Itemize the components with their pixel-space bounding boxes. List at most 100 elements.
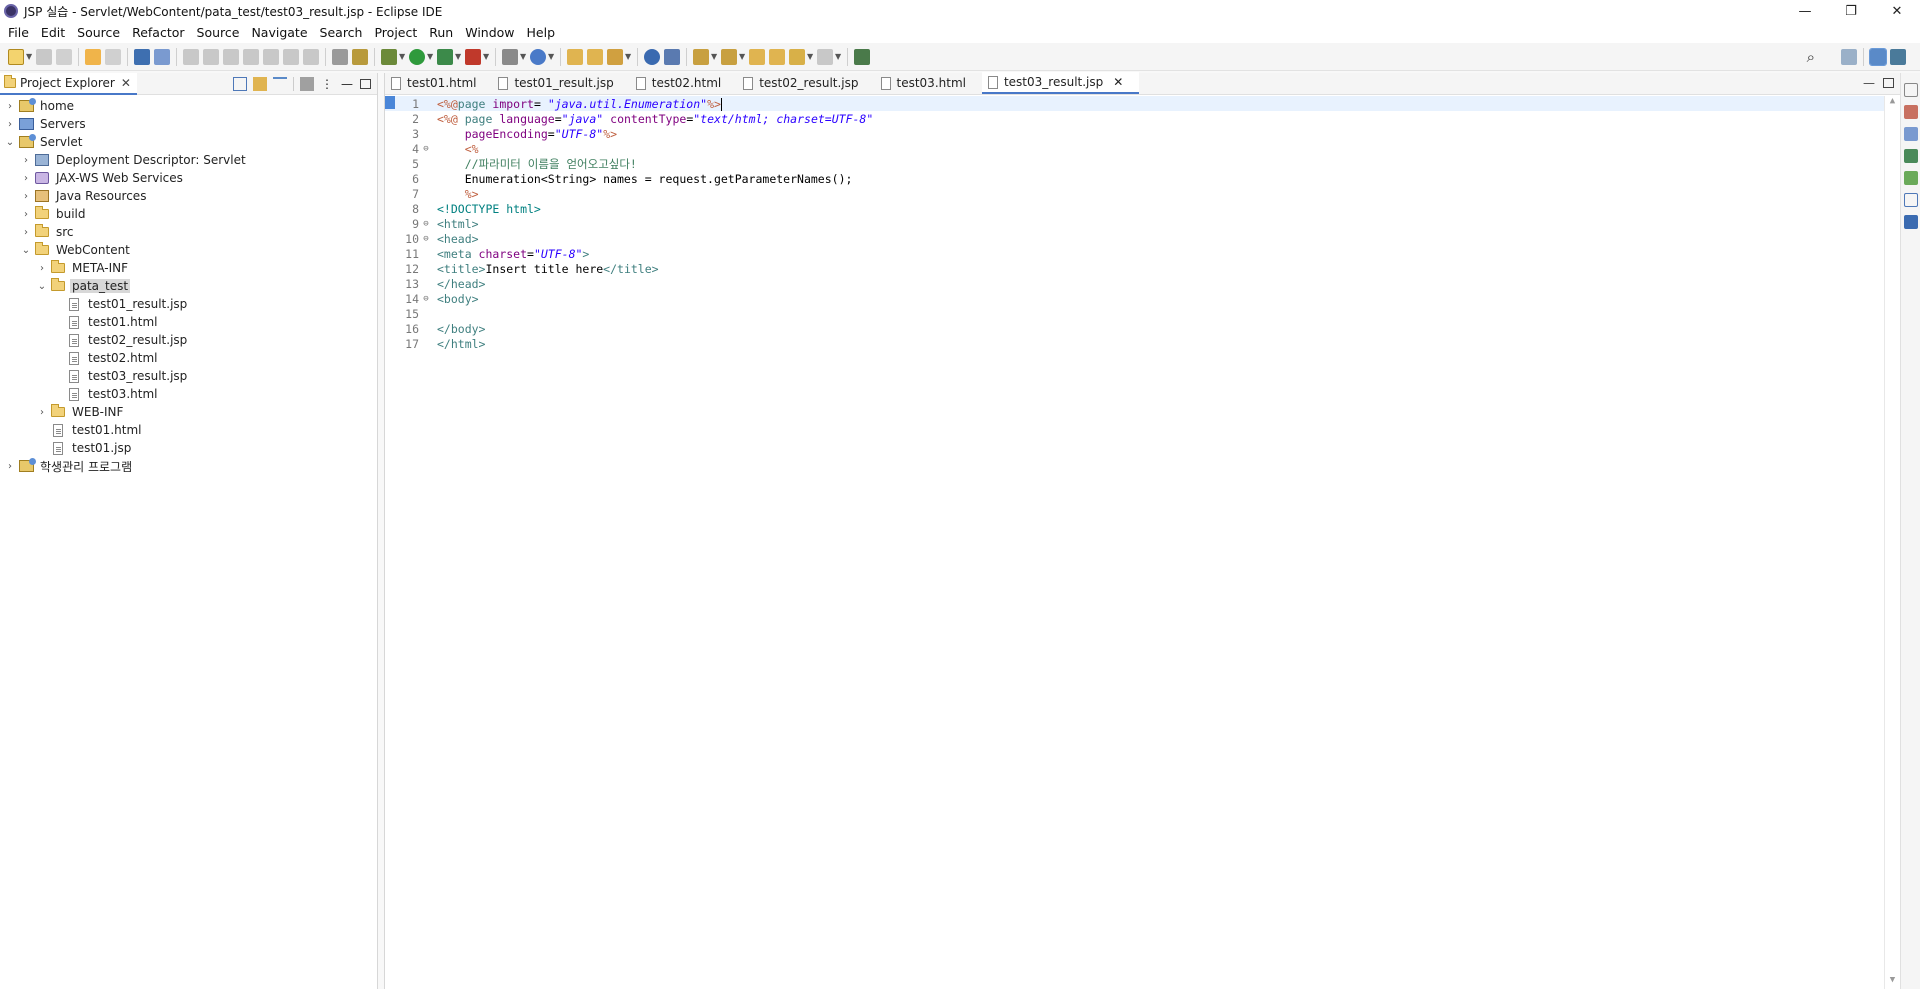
suspend-icon[interactable] bbox=[203, 48, 219, 65]
tab-editor-file[interactable]: test03_result.jsp ✕ bbox=[981, 72, 1140, 94]
tree-item[interactable]: › src bbox=[0, 223, 377, 241]
pin-editor-icon[interactable] bbox=[854, 48, 870, 65]
tree-item[interactable]: test02_result.jsp bbox=[0, 331, 377, 349]
tree-item[interactable]: test01_result.jsp bbox=[0, 295, 377, 313]
tree-item[interactable]: test03.html bbox=[0, 385, 377, 403]
minimize-panel-icon[interactable]: — bbox=[340, 77, 354, 91]
tab-editor-file[interactable]: test02_result.jsp bbox=[737, 72, 874, 94]
web-browser-icon[interactable] bbox=[644, 48, 660, 65]
new-icon[interactable] bbox=[8, 48, 24, 65]
tree-item[interactable]: ⌄ WebContent bbox=[0, 241, 377, 259]
code-editor[interactable]: 1 <%@page import= "java.util.Enumeration"… bbox=[385, 96, 1900, 989]
minimize-button[interactable]: — bbox=[1782, 0, 1828, 22]
tree-item[interactable]: test03_result.jsp bbox=[0, 367, 377, 385]
next-annotation-icon[interactable] bbox=[693, 48, 709, 65]
tree-item[interactable]: › Servers bbox=[0, 115, 377, 133]
open-perspective-icon[interactable] bbox=[1841, 48, 1857, 65]
tree-item[interactable]: › build bbox=[0, 205, 377, 223]
chevron-down-icon[interactable]: ▼ bbox=[483, 49, 489, 65]
undo-icon[interactable] bbox=[85, 48, 101, 65]
debug-icon[interactable] bbox=[381, 48, 397, 65]
coverage-icon[interactable] bbox=[437, 48, 453, 65]
redo-icon[interactable] bbox=[105, 48, 121, 65]
tree-item[interactable]: › WEB-INF bbox=[0, 403, 377, 421]
outline-icon[interactable] bbox=[1903, 105, 1918, 119]
filter-icon[interactable] bbox=[273, 77, 287, 91]
tree-item[interactable]: › home bbox=[0, 97, 377, 115]
chevron-right-icon[interactable]: › bbox=[4, 119, 16, 130]
forward-icon[interactable] bbox=[817, 48, 833, 65]
java-ee-perspective-icon[interactable] bbox=[1869, 47, 1887, 66]
external-tools-icon[interactable] bbox=[465, 48, 481, 65]
java-perspective-icon[interactable] bbox=[1890, 48, 1906, 65]
chevron-right-icon[interactable]: › bbox=[36, 407, 48, 418]
tab-editor-file[interactable]: test03.html bbox=[875, 72, 982, 94]
fold-toggle-icon[interactable]: ⊖ bbox=[421, 234, 431, 244]
menu-item-file[interactable]: File bbox=[2, 25, 35, 40]
chevron-down-icon[interactable]: ▼ bbox=[26, 49, 32, 65]
chevron-down-icon[interactable]: ⌄ bbox=[36, 281, 48, 292]
data-source-icon[interactable] bbox=[1903, 171, 1918, 185]
step-over-icon[interactable] bbox=[283, 48, 299, 65]
chevron-right-icon[interactable]: › bbox=[20, 155, 32, 166]
chevron-right-icon[interactable]: › bbox=[36, 263, 48, 274]
tree-item[interactable]: test01.html bbox=[0, 421, 377, 439]
terminate-icon[interactable] bbox=[223, 48, 239, 65]
restore-button[interactable]: ❐ bbox=[1828, 0, 1874, 22]
mark-occurrences-icon[interactable] bbox=[352, 48, 368, 65]
toggle-block-icon[interactable] bbox=[332, 48, 348, 65]
collapse-all-icon[interactable] bbox=[233, 77, 247, 91]
last-edit-location-icon[interactable] bbox=[749, 48, 765, 65]
fold-toggle-icon[interactable]: ⊖ bbox=[421, 219, 431, 229]
tab-editor-file[interactable]: test01.html bbox=[385, 72, 492, 94]
minimize-editor-icon[interactable]: — bbox=[1863, 76, 1875, 90]
tree-item[interactable]: › JAX-WS Web Services bbox=[0, 169, 377, 187]
chevron-down-icon[interactable]: ▼ bbox=[427, 49, 433, 65]
close-icon[interactable]: ✕ bbox=[121, 76, 131, 90]
annotation-icon[interactable] bbox=[664, 48, 680, 65]
chevron-down-icon[interactable]: ▼ bbox=[399, 49, 405, 65]
chevron-down-icon[interactable]: ▼ bbox=[520, 49, 526, 65]
menu-item-help[interactable]: Help bbox=[521, 25, 562, 40]
scroll-up-icon[interactable]: ▲ bbox=[1885, 96, 1900, 110]
tree-item[interactable]: › Java Resources bbox=[0, 187, 377, 205]
servers-view-icon[interactable] bbox=[1903, 149, 1918, 163]
menu-item-navigate[interactable]: Navigate bbox=[245, 25, 313, 40]
console-view-icon[interactable] bbox=[1903, 215, 1918, 229]
scroll-down-icon[interactable]: ▼ bbox=[1885, 975, 1900, 989]
chevron-right-icon[interactable]: › bbox=[4, 101, 16, 112]
menu-item-search[interactable]: Search bbox=[314, 25, 369, 40]
back-icon[interactable] bbox=[789, 48, 805, 65]
chevron-down-icon[interactable]: ▼ bbox=[548, 49, 554, 65]
menu-item-window[interactable]: Window bbox=[459, 25, 520, 40]
console-icon[interactable] bbox=[134, 48, 150, 65]
chevron-right-icon[interactable]: › bbox=[20, 191, 32, 202]
step-return-icon[interactable] bbox=[303, 48, 319, 65]
forward-history-icon[interactable] bbox=[769, 48, 785, 65]
menu-item-project[interactable]: Project bbox=[368, 25, 423, 40]
tree-item[interactable]: › Deployment Descriptor: Servlet bbox=[0, 151, 377, 169]
chevron-down-icon[interactable]: ▼ bbox=[625, 49, 631, 65]
chevron-right-icon[interactable]: › bbox=[20, 227, 32, 238]
menu-item-refactor[interactable]: Refactor bbox=[126, 25, 190, 40]
tree-item[interactable]: ⌄ pata_test bbox=[0, 277, 377, 295]
new-java-class-icon[interactable] bbox=[530, 48, 546, 65]
view-menu-icon[interactable] bbox=[300, 77, 314, 91]
chevron-right-icon[interactable]: › bbox=[20, 173, 32, 184]
close-icon[interactable]: ✕ bbox=[1113, 75, 1123, 89]
menu-item-run[interactable]: Run bbox=[423, 25, 459, 40]
task-list-icon[interactable] bbox=[1903, 127, 1918, 141]
maximize-editor-icon[interactable] bbox=[1883, 78, 1894, 88]
restore-view-icon[interactable] bbox=[1903, 83, 1918, 97]
close-window-button[interactable]: ✕ bbox=[1874, 0, 1920, 22]
previous-annotation-icon[interactable] bbox=[721, 48, 737, 65]
fold-toggle-icon[interactable]: ⊖ bbox=[421, 294, 431, 304]
chevron-down-icon[interactable]: ▼ bbox=[739, 49, 745, 65]
maximize-panel-icon[interactable] bbox=[360, 79, 371, 89]
tree-item[interactable]: ⌄ Servlet bbox=[0, 133, 377, 151]
chevron-down-icon[interactable]: ⌄ bbox=[20, 245, 32, 256]
search-tool-icon[interactable] bbox=[607, 48, 623, 65]
tree-item[interactable]: test02.html bbox=[0, 349, 377, 367]
step-into-icon[interactable] bbox=[263, 48, 279, 65]
editor-vertical-scrollbar[interactable]: ▲ ▼ bbox=[1884, 96, 1900, 989]
